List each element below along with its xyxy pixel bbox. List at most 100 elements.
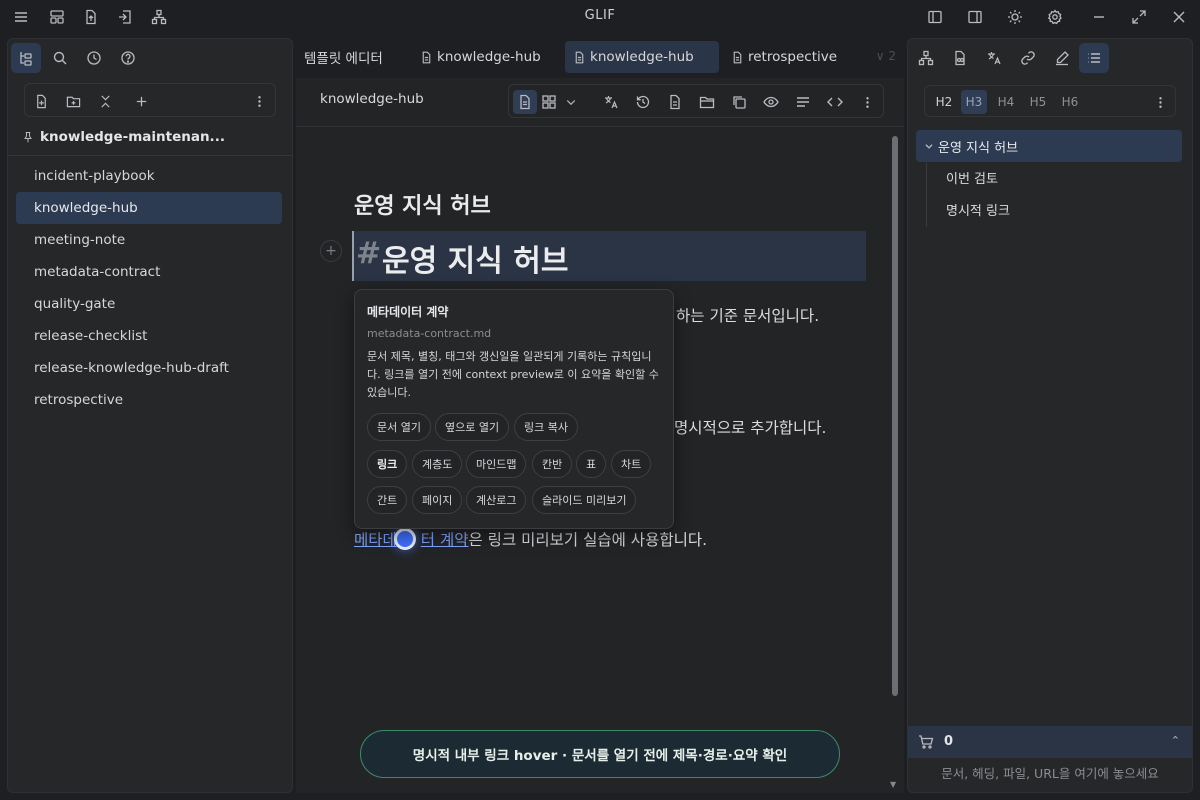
document-icon — [573, 51, 586, 64]
add-block-button[interactable]: + — [320, 240, 342, 262]
view-hierarchy-chip[interactable]: 계층도 — [412, 450, 463, 478]
heading-level-h4[interactable]: H4 — [993, 90, 1019, 114]
editor-pane: knowledge-hub 운영 지식 허브 + # 운영 지식 허브 하는 기… — [296, 78, 904, 793]
chevron-up-icon[interactable]: ⌃ — [1171, 734, 1180, 747]
more-options-icon[interactable] — [247, 89, 271, 113]
tab-label: knowledge-hub — [437, 49, 541, 65]
file-item-knowledge-hub[interactable]: knowledge-hub — [16, 192, 282, 224]
preview-path: metadata-contract.md — [367, 327, 492, 340]
paragraph-fragment: 명시적으로 추가합니다. — [674, 419, 827, 437]
gear-icon[interactable] — [1042, 4, 1068, 30]
collapse-all-icon[interactable] — [93, 89, 117, 113]
editor-title: knowledge-hub — [320, 91, 424, 107]
tab-label: 템플릿 에디터 — [304, 51, 383, 67]
tab-knowledge-hub-1[interactable]: knowledge-hub — [412, 41, 549, 73]
heading-level-h5[interactable]: H5 — [1025, 90, 1051, 114]
minimize-icon[interactable] — [1086, 4, 1112, 30]
divider — [8, 155, 292, 156]
view-page-chip[interactable]: 페이지 — [412, 486, 463, 514]
file-item-meeting-note[interactable]: meeting-note — [16, 224, 282, 256]
file-link-icon[interactable] — [945, 43, 975, 73]
recent-clock-icon[interactable] — [79, 43, 109, 73]
scroll-down-arrow[interactable]: ▼ — [890, 780, 896, 789]
view-kanban-chip[interactable]: 칸반 — [532, 450, 573, 478]
file-item-release-checklist[interactable]: release-checklist — [16, 320, 282, 352]
open-side-button[interactable]: 옆으로 열기 — [435, 413, 510, 441]
tab-template-editor[interactable]: 템플릿 에디터 — [296, 41, 391, 73]
tab-overflow-button[interactable]: ∨ 2 — [876, 49, 896, 63]
file-item-retrospective[interactable]: retrospective — [16, 384, 282, 416]
translate-icon[interactable] — [599, 90, 623, 114]
theme-sun-icon[interactable] — [1002, 4, 1028, 30]
heading-markdown-hash: # — [356, 236, 382, 271]
outline-list-icon[interactable] — [1079, 43, 1109, 73]
divider — [296, 126, 904, 127]
outline-item-explicit-link[interactable]: 명시적 링크 — [946, 200, 1010, 219]
view-table-chip[interactable]: 표 — [576, 450, 607, 478]
right-sidebar-toggle-icon[interactable] — [962, 4, 988, 30]
outline-item-label: 운영 지식 허브 — [938, 140, 1019, 156]
view-gantt-chip[interactable]: 간트 — [367, 486, 408, 514]
history-icon[interactable] — [631, 90, 655, 114]
more-options-icon[interactable] — [1147, 90, 1173, 114]
maximize-icon[interactable] — [1126, 4, 1152, 30]
heading-level-h6[interactable]: H6 — [1057, 90, 1083, 114]
edit-icon[interactable] — [1047, 43, 1077, 73]
translate-icon[interactable] — [979, 43, 1009, 73]
view-slide-preview-chip[interactable]: 슬라이드 미리보기 — [532, 486, 637, 514]
file-info-icon[interactable] — [663, 90, 687, 114]
copy-link-button[interactable]: 링크 복사 — [514, 413, 578, 441]
editor-scrollbar[interactable] — [892, 136, 898, 696]
align-icon[interactable] — [791, 90, 815, 114]
tab-label: retrospective — [748, 49, 838, 65]
pin-icon — [22, 131, 34, 143]
left-sidebar: knowledge-maintenan... incident-playbook… — [7, 38, 293, 793]
view-link-chip[interactable]: 링크 — [367, 450, 408, 478]
grid-view-icon[interactable] — [537, 90, 561, 114]
code-icon[interactable] — [823, 90, 847, 114]
heading-level-filter: H2 H3 H4 H5 H6 — [924, 85, 1176, 117]
new-file-icon[interactable] — [29, 89, 53, 113]
document-view-icon[interactable] — [513, 90, 537, 114]
left-sidebar-toggle-icon[interactable] — [922, 4, 948, 30]
view-mindmap-chip[interactable]: 마인드맵 — [466, 450, 527, 478]
close-icon[interactable] — [1166, 4, 1192, 30]
preview-summary: 문서 제목, 별칭, 태그와 갱신일을 일관되게 기록하는 규칙입니다. 링크를… — [367, 350, 659, 399]
cart-count: 0 — [944, 734, 954, 749]
folder-open-icon[interactable] — [695, 90, 719, 114]
copy-icon[interactable] — [727, 90, 751, 114]
outline-item-review[interactable]: 이번 검토 — [946, 168, 998, 187]
chevron-down-icon — [924, 141, 934, 151]
file-item-incident-playbook[interactable]: incident-playbook — [16, 160, 282, 192]
add-icon[interactable] — [129, 89, 153, 113]
document-icon — [731, 51, 744, 64]
heading-level-h3[interactable]: H3 — [961, 90, 987, 114]
open-document-button[interactable]: 문서 열기 — [367, 413, 431, 441]
file-tree-icon[interactable] — [11, 43, 41, 73]
tab-retrospective[interactable]: retrospective — [723, 41, 845, 73]
heading-line-editing[interactable]: # 운영 지식 허브 — [352, 231, 866, 281]
help-icon[interactable] — [113, 43, 143, 73]
eye-icon[interactable] — [759, 90, 783, 114]
vault-title-text: knowledge-maintenan... — [40, 129, 225, 145]
tab-knowledge-hub-2[interactable]: knowledge-hub — [565, 41, 719, 73]
vault-title[interactable]: knowledge-maintenan... — [22, 129, 225, 145]
link-preview-popover: 메타데이터 계약 metadata-contract.md 문서 제목, 별칭,… — [354, 289, 674, 529]
file-item-metadata-contract[interactable]: metadata-contract — [16, 256, 282, 288]
file-item-release-knowledge-hub-draft[interactable]: release-knowledge-hub-draft — [16, 352, 282, 384]
view-chart-chip[interactable]: 차트 — [611, 450, 652, 478]
outline-item-root[interactable]: 운영 지식 허브 — [916, 130, 1182, 162]
collection-cart-bar[interactable]: 0 ⌃ — [908, 726, 1192, 758]
new-folder-icon[interactable] — [61, 89, 85, 113]
title-bar: GLIF — [0, 0, 1200, 34]
tab-label: knowledge-hub — [590, 49, 694, 65]
chevron-down-icon[interactable] — [559, 90, 583, 114]
document-heading: 운영 지식 허브 — [354, 194, 491, 219]
file-item-quality-gate[interactable]: quality-gate — [16, 288, 282, 320]
search-icon[interactable] — [45, 43, 75, 73]
heading-level-h2[interactable]: H2 — [931, 90, 957, 114]
view-calc-log-chip[interactable]: 계산로그 — [466, 486, 527, 514]
link-icon[interactable] — [1013, 43, 1043, 73]
more-options-icon[interactable] — [855, 90, 879, 114]
hierarchy-icon[interactable] — [911, 43, 941, 73]
